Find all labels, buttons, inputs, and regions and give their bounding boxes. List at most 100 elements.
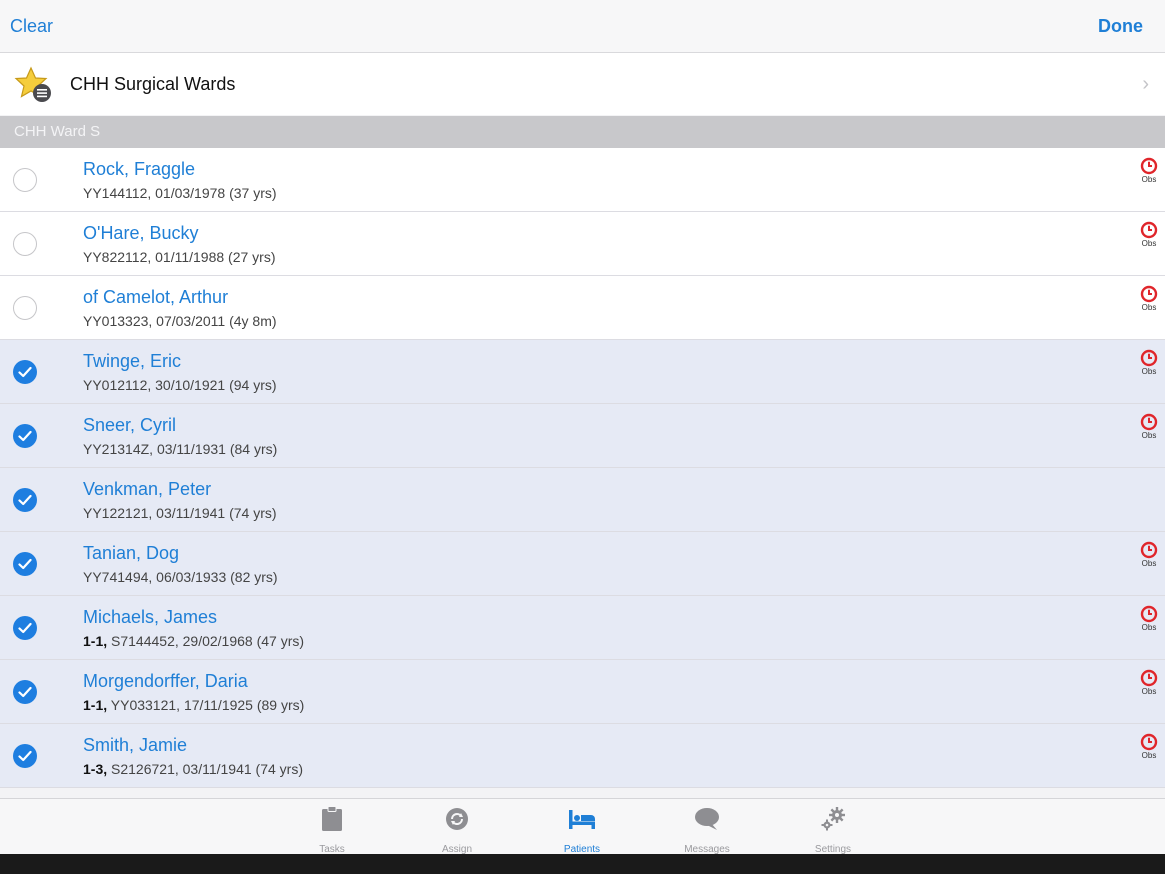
observation-level: 1-1, [83, 633, 108, 649]
patient-name[interactable]: O'Hare, Bucky [83, 223, 198, 244]
tab-label: Settings [814, 844, 852, 854]
patient-id-dob: YY144112, 01/03/1978 (37 yrs) [83, 185, 277, 201]
screen-bottom-bezel [0, 854, 1165, 874]
patient-details: YY822112, 01/11/1988 (27 yrs) [83, 249, 276, 265]
checkbox-empty-icon[interactable] [13, 168, 37, 192]
observation-level: 1-1, [83, 697, 108, 713]
patient-details: YY21314Z, 03/11/1931 (84 yrs) [83, 441, 277, 457]
tab-label: Assign [441, 844, 472, 854]
obs-label: Obs [1141, 687, 1157, 696]
obs-label: Obs [1141, 303, 1157, 312]
patient-details: YY012112, 30/10/1921 (94 yrs) [83, 377, 277, 393]
patient-name[interactable]: Morgendorffer, Daria [83, 671, 248, 692]
obs-due-indicator: Obs [1137, 733, 1161, 760]
star-list-icon [14, 65, 54, 105]
obs-due-indicator: Obs [1137, 157, 1161, 184]
gears-icon [793, 805, 873, 833]
patient-row[interactable]: Twinge, Eric YY012112, 30/10/1921 (94 yrs… [0, 340, 1165, 404]
tab-patients[interactable]: Patients [542, 805, 622, 854]
obs-due-indicator: Obs [1137, 541, 1161, 568]
obs-label: Obs [1141, 559, 1157, 568]
assign-icon [417, 805, 497, 833]
tab-assign[interactable]: Assign [417, 805, 497, 854]
patient-row[interactable]: Morgendorffer, Daria 1-1, YY033121, 17/11… [0, 660, 1165, 724]
patient-row[interactable]: Tanian, Dog YY741494, 06/03/1933 (82 yrs)… [0, 532, 1165, 596]
patient-name[interactable]: Rock, Fraggle [83, 159, 195, 180]
clipboard-icon [292, 805, 372, 833]
checkmark-selected-icon[interactable] [13, 360, 37, 384]
obs-label: Obs [1141, 623, 1157, 632]
patient-name[interactable]: Twinge, Eric [83, 351, 181, 372]
patient-details: 1-1, S7144452, 29/02/1968 (47 yrs) [83, 633, 304, 649]
obs-label: Obs [1141, 239, 1157, 248]
patient-details: 1-1, YY033121, 17/11/1925 (89 yrs) [83, 697, 304, 713]
checkmark-selected-icon[interactable] [13, 424, 37, 448]
patient-list: Rock, Fraggle YY144112, 01/03/1978 (37 yr… [0, 148, 1165, 788]
speech-bubble-icon [667, 805, 747, 833]
patient-id-dob: YY741494, 06/03/1933 (82 yrs) [83, 569, 278, 585]
clock-icon [1140, 221, 1158, 239]
nav-bar: Clear Done [0, 0, 1165, 53]
ward-selector-row[interactable]: CHH Surgical Wards › [0, 53, 1165, 115]
patient-id-dob: S7144452, 29/02/1968 (47 yrs) [111, 633, 305, 649]
patient-details: YY013323, 07/03/2011 (4y 8m) [83, 313, 277, 329]
obs-due-indicator: Obs [1137, 349, 1161, 376]
tab-settings[interactable]: Settings [793, 805, 873, 854]
patient-id-dob: YY122121, 03/11/1941 (74 yrs) [83, 505, 277, 521]
patient-selection-screen: Clear Done CHH Surgical Wards › CHH Ward… [0, 0, 1165, 854]
patient-row[interactable]: of Camelot, Arthur YY013323, 07/03/2011 (… [0, 276, 1165, 340]
patient-name[interactable]: Tanian, Dog [83, 543, 179, 564]
observation-level: 1-3, [83, 761, 108, 777]
patient-details: YY741494, 06/03/1933 (82 yrs) [83, 569, 278, 585]
patient-id-dob: YY822112, 01/11/1988 (27 yrs) [83, 249, 276, 265]
patient-row[interactable]: O'Hare, Bucky YY822112, 01/11/1988 (27 yr… [0, 212, 1165, 276]
checkmark-selected-icon[interactable] [13, 680, 37, 704]
obs-due-indicator: Obs [1137, 605, 1161, 632]
patient-name[interactable]: Michaels, James [83, 607, 217, 628]
patient-row[interactable]: Smith, Jamie 1-3, S2126721, 03/11/1941 (7… [0, 724, 1165, 788]
checkmark-selected-icon[interactable] [13, 488, 37, 512]
tab-label: Patients [563, 844, 601, 854]
tab-tasks[interactable]: Tasks [292, 805, 372, 854]
patient-row[interactable]: Michaels, James 1-1, S7144452, 29/02/1968… [0, 596, 1165, 660]
checkmark-selected-icon[interactable] [13, 552, 37, 576]
obs-label: Obs [1141, 751, 1157, 760]
patient-id-dob: YY033121, 17/11/1925 (89 yrs) [110, 697, 305, 713]
obs-due-indicator: Obs [1137, 413, 1161, 440]
checkmark-selected-icon[interactable] [13, 616, 37, 640]
obs-due-indicator: Obs [1137, 285, 1161, 312]
tab-label: Messages [684, 844, 730, 854]
patient-name[interactable]: Smith, Jamie [83, 735, 187, 756]
patient-name[interactable]: of Camelot, Arthur [83, 287, 228, 308]
clock-icon [1140, 733, 1158, 751]
patient-id-dob: YY21314Z, 03/11/1931 (84 yrs) [83, 441, 278, 457]
patient-row[interactable]: Rock, Fraggle YY144112, 01/03/1978 (37 yr… [0, 148, 1165, 212]
checkbox-empty-icon[interactable] [13, 296, 37, 320]
clock-icon [1140, 541, 1158, 559]
patient-id-dob: S2126721, 03/11/1941 (74 yrs) [111, 761, 304, 777]
section-title: CHH Ward S [14, 123, 101, 140]
clear-button[interactable]: Clear [10, 16, 53, 37]
obs-due-indicator: Obs [1137, 221, 1161, 248]
clock-icon [1140, 349, 1158, 367]
patient-name[interactable]: Venkman, Peter [83, 479, 211, 500]
patient-id-dob: YY013323, 07/03/2011 (4y 8m) [83, 313, 277, 329]
obs-label: Obs [1141, 431, 1157, 440]
clock-icon [1140, 285, 1158, 303]
clock-icon [1140, 413, 1158, 431]
obs-label: Obs [1141, 367, 1157, 376]
obs-label: Obs [1141, 175, 1157, 184]
clock-icon [1140, 157, 1158, 175]
patient-details: YY144112, 01/03/1978 (37 yrs) [83, 185, 277, 201]
checkbox-empty-icon[interactable] [13, 232, 37, 256]
chevron-right-icon: › [1142, 73, 1149, 95]
patient-name[interactable]: Sneer, Cyril [83, 415, 176, 436]
patient-row[interactable]: Venkman, Peter YY122121, 03/11/1941 (74 y… [0, 468, 1165, 532]
done-button[interactable]: Done [1098, 16, 1143, 37]
checkmark-selected-icon[interactable] [13, 744, 37, 768]
clock-icon [1140, 669, 1158, 687]
tab-messages[interactable]: Messages [667, 805, 747, 854]
obs-due-indicator: Obs [1137, 669, 1161, 696]
patient-row[interactable]: Sneer, Cyril YY21314Z, 03/11/1931 (84 yrs… [0, 404, 1165, 468]
clock-icon [1140, 605, 1158, 623]
